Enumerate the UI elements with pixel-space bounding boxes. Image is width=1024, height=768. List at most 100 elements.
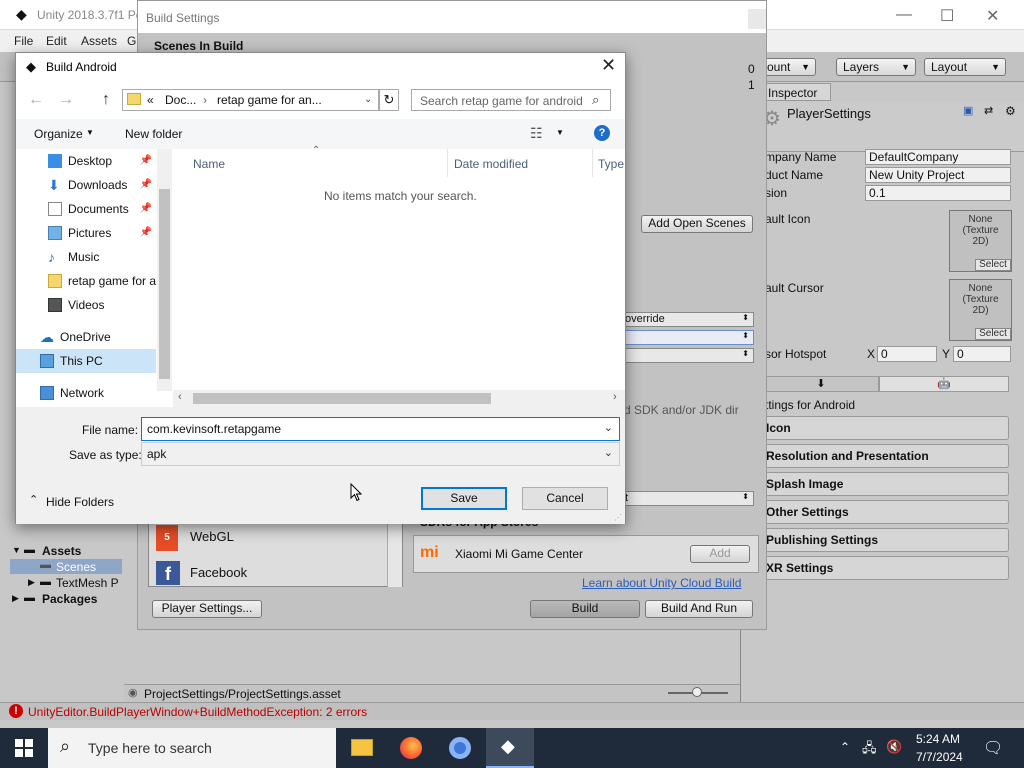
export-dropdown[interactable]: ⬍ [622, 348, 754, 363]
view-options-icon[interactable]: ☷ [530, 125, 543, 142]
unity-minimize-icon[interactable]: — [896, 6, 912, 24]
search-icon[interactable]: ⌕ [592, 92, 599, 108]
learn-cloud-build-link[interactable]: Learn about Unity Cloud Build [582, 576, 741, 590]
help-book-icon[interactable]: ▣ [963, 104, 973, 117]
column-name[interactable]: Name [193, 157, 225, 171]
scenes-folder[interactable]: Scenes [56, 560, 96, 574]
up-arrow-icon[interactable]: ↑ [102, 91, 110, 109]
zoom-slider-thumb[interactable] [692, 687, 702, 697]
packages-folder[interactable]: Packages [42, 592, 97, 606]
platform-list-scrollbar[interactable] [387, 523, 402, 587]
chevron-down-icon[interactable]: ⌄ [364, 94, 372, 105]
menu-gameobject[interactable]: G [127, 34, 136, 48]
nav-music[interactable]: ♪ Music [16, 245, 156, 269]
nav-pictures[interactable]: Pictures 📌 [16, 221, 156, 245]
nav-downloads[interactable]: ⬇ Downloads 📌 [16, 173, 156, 197]
version-field[interactable]: 0.1 [865, 185, 1011, 201]
volume-muted-icon[interactable]: 🔇 [886, 739, 902, 755]
address-part-documents[interactable]: Doc... [165, 93, 196, 107]
taskbar-chrome[interactable] [436, 728, 484, 768]
navpane-scroll-thumb[interactable] [159, 189, 170, 379]
refresh-button[interactable]: ↻ [379, 89, 399, 111]
clock-time[interactable]: 5:24 AM [916, 732, 960, 746]
error-message[interactable]: UnityEditor.BuildPlayerWindow+BuildMetho… [28, 705, 367, 719]
notifications-icon[interactable]: 🗨 [983, 738, 1003, 758]
select-button[interactable]: Select [975, 259, 1011, 271]
help-icon[interactable]: ? [594, 125, 610, 141]
compression-dropdown[interactable]: t ⬍ [622, 491, 754, 506]
platform-tab-standalone[interactable]: ⬇ [763, 376, 879, 392]
clock-date[interactable]: 7/7/2024 [916, 750, 963, 764]
inspector-menu-icon[interactable]: ⚙ [1005, 104, 1016, 118]
h-scroll-thumb[interactable] [193, 393, 491, 404]
assets-folder[interactable]: Assets [42, 544, 81, 558]
hotspot-y-field[interactable]: 0 [953, 346, 1011, 362]
filelist-h-scrollbar[interactable]: ‹ › [173, 390, 625, 407]
menu-edit[interactable]: Edit [46, 34, 67, 48]
nav-this-pc[interactable]: This PC [16, 349, 156, 373]
foldout-icon[interactable]: Icon [761, 416, 1009, 440]
texture-override-dropdown[interactable]: override ⬍ [622, 312, 754, 327]
company-name-field[interactable]: DefaultCompany [865, 149, 1011, 165]
nav-desktop[interactable]: Desktop 📌 [16, 149, 156, 173]
folder-expand-icon[interactable]: ▶ [12, 593, 19, 604]
nav-onedrive[interactable]: ☁ OneDrive [16, 325, 156, 349]
hotspot-x-field[interactable]: 0 [877, 346, 937, 362]
default-cursor-slot[interactable]: None (Texture 2D) Select [949, 279, 1012, 341]
taskbar-unity[interactable]: ◆ [486, 728, 534, 768]
resize-grip-icon[interactable]: ⋰ [614, 513, 622, 522]
column-type[interactable]: Type [598, 157, 624, 171]
build-system-dropdown[interactable]: ⬍ [622, 330, 754, 345]
platform-webgl[interactable]: WebGL [190, 529, 234, 544]
layout-dropdown[interactable]: Layout ▼ [924, 58, 1006, 76]
foldout-other[interactable]: Other Settings [761, 500, 1009, 524]
build-settings-close-button[interactable] [748, 9, 766, 29]
select-button[interactable]: Select [975, 328, 1011, 340]
taskbar-firefox[interactable] [387, 728, 435, 768]
platform-facebook[interactable]: Facebook [190, 565, 247, 580]
nav-retap-folder[interactable]: retap game for a [16, 269, 156, 293]
player-settings-button[interactable]: Player Settings... [152, 600, 262, 618]
navpane-scrollbar[interactable] [157, 149, 172, 391]
chevron-up-icon[interactable]: ⌃ [840, 740, 850, 754]
textmesh-folder[interactable]: TextMesh P [56, 576, 119, 590]
nav-videos[interactable]: Videos [16, 293, 156, 317]
close-icon[interactable]: ✕ [601, 55, 616, 76]
address-bar[interactable]: « Doc... › retap game for an... ⌄ [122, 89, 379, 111]
hide-folders-button[interactable]: Hide Folders [46, 495, 114, 509]
file-name-input[interactable]: com.kevinsoft.retapgame ⌄ [141, 417, 620, 441]
add-open-scenes-button[interactable]: Add Open Scenes [641, 215, 753, 233]
organize-button[interactable]: Organize [34, 127, 83, 141]
nav-documents[interactable]: Documents 📌 [16, 197, 156, 221]
nav-network[interactable]: Network [16, 381, 156, 405]
build-button[interactable]: Build [530, 600, 640, 618]
save-type-select[interactable]: apk ⌄ [141, 442, 620, 466]
taskbar-file-explorer[interactable] [338, 728, 386, 768]
forward-arrow-icon[interactable]: → [58, 91, 74, 109]
cancel-button[interactable]: Cancel [522, 487, 608, 510]
platform-tab-android[interactable]: 🤖 [879, 376, 1009, 392]
save-button[interactable]: Save [421, 487, 507, 510]
scroll-right-icon[interactable]: › [613, 391, 617, 403]
layers-dropdown[interactable]: Layers ▼ [836, 58, 916, 76]
column-divider[interactable] [592, 149, 593, 177]
chevron-up-icon[interactable]: ⌃ [29, 493, 38, 506]
unity-maximize-icon[interactable]: ☐ [940, 6, 954, 26]
preset-icon[interactable]: ⇄ [984, 104, 993, 117]
folder-expand-icon[interactable]: ▼ [12, 545, 21, 555]
foldout-resolution[interactable]: Resolution and Presentation [761, 444, 1009, 468]
account-dropdown[interactable]: ount ▼ [760, 58, 816, 76]
unity-close-icon[interactable]: ✕ [986, 6, 999, 26]
column-divider[interactable] [447, 149, 448, 177]
new-folder-button[interactable]: New folder [125, 127, 182, 141]
taskbar-search-box[interactable]: ⌕ Type here to search [48, 728, 336, 768]
back-arrow-icon[interactable]: ← [28, 91, 44, 109]
scroll-left-icon[interactable]: ‹ [178, 391, 182, 403]
add-sdk-button[interactable]: Add [690, 545, 750, 563]
chevron-down-icon[interactable]: ▼ [556, 128, 564, 137]
menu-file[interactable]: File [14, 34, 33, 48]
menu-assets[interactable]: Assets [81, 34, 117, 48]
chevron-down-icon[interactable]: ⌄ [604, 446, 613, 459]
build-and-run-button[interactable]: Build And Run [645, 600, 753, 618]
network-tray-icon[interactable]: 🖧 [862, 739, 877, 761]
